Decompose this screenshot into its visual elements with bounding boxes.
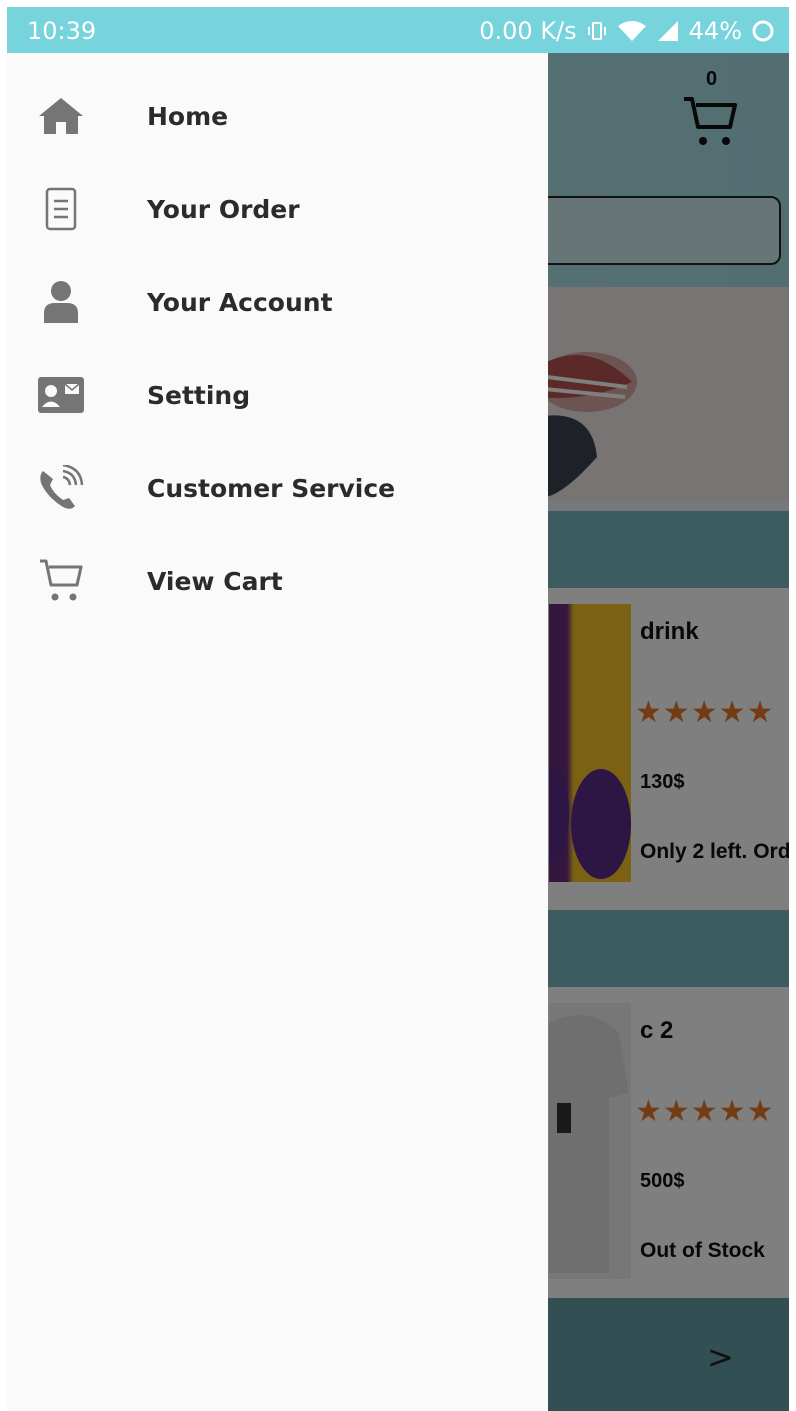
menu-item-your-account[interactable]: Your Account — [7, 256, 548, 348]
battery-percent: 44% — [688, 17, 742, 45]
navigation-drawer: Home Your Order Your Account Setting Cus… — [7, 53, 548, 1411]
menu-label: Customer Service — [147, 473, 396, 503]
menu-item-your-order[interactable]: Your Order — [7, 163, 548, 255]
status-bar: 10:39 0.00 K/s 44% — [7, 7, 789, 53]
menu-label: Setting — [147, 380, 251, 410]
cart-icon — [35, 555, 87, 607]
menu-item-view-cart[interactable]: View Cart — [7, 535, 548, 627]
account-person-icon — [35, 276, 87, 328]
status-right: 0.00 K/s 44% — [479, 17, 775, 45]
menu-item-setting[interactable]: Setting — [7, 349, 548, 441]
status-time: 10:39 — [27, 17, 97, 45]
menu-label: Your Order — [147, 194, 300, 224]
wifi-icon — [617, 20, 647, 42]
contact-card-icon — [35, 369, 87, 421]
phone-icon — [35, 462, 87, 514]
menu-label: View Cart — [147, 566, 283, 596]
home-icon — [35, 90, 87, 142]
signal-icon — [656, 20, 680, 42]
menu-label: Your Account — [147, 287, 333, 317]
order-document-icon — [35, 183, 87, 235]
app-content: 0 drink ★★★★★ 130$ Only 2 left. Ord c 2 … — [7, 53, 789, 1411]
battery-icon — [751, 19, 775, 43]
menu-label: Home — [147, 101, 229, 131]
network-speed: 0.00 K/s — [479, 17, 577, 45]
menu-item-home[interactable]: Home — [7, 70, 548, 162]
vibrate-icon — [586, 20, 608, 42]
menu-item-customer-service[interactable]: Customer Service — [7, 442, 548, 534]
